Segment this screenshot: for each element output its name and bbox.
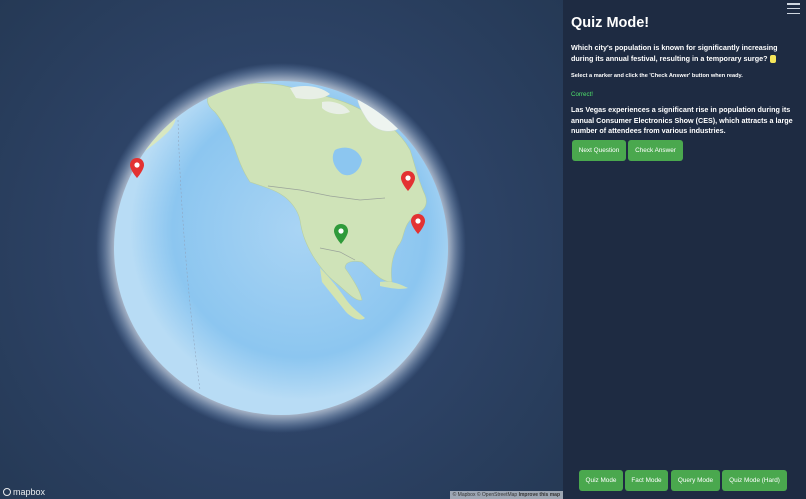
quiz-panel: Quiz Mode! Which city's population is kn…: [563, 0, 806, 499]
question-text: Which city's population is known for sig…: [571, 42, 797, 64]
query-mode-button[interactable]: Query Mode: [671, 470, 720, 491]
marker-pin-icon[interactable]: [130, 158, 144, 178]
map-attribution: © Mapbox © OpenStreetMap Improve this ma…: [449, 491, 563, 499]
quiz-mode-hard-button[interactable]: Quiz Mode (Hard): [722, 470, 787, 491]
instruction-text: Select a marker and click the 'Check Ans…: [571, 73, 743, 79]
mapbox-logo-icon: [3, 488, 11, 496]
attribution-text: © Mapbox © OpenStreetMap: [452, 492, 518, 498]
fact-mode-button[interactable]: Fact Mode: [625, 470, 668, 491]
check-answer-button[interactable]: Check Answer: [628, 140, 683, 161]
marker-pin-icon[interactable]: [411, 214, 425, 234]
answer-feedback: Correct!: [571, 91, 594, 98]
mapbox-logo[interactable]: mapbox: [3, 487, 45, 497]
text-highlight-mark: [769, 55, 776, 64]
improve-map-link[interactable]: Improve this map: [519, 492, 560, 498]
hamburger-menu-icon[interactable]: [787, 3, 800, 14]
question-body: Which city's population is known for sig…: [571, 43, 778, 63]
answer-explanation: Las Vegas experiences a significant rise…: [571, 105, 793, 135]
globe[interactable]: [0, 0, 563, 499]
selected-marker-pin-icon[interactable]: [334, 224, 348, 244]
quiz-mode-button[interactable]: Quiz Mode: [579, 470, 623, 491]
marker-pin-icon[interactable]: [401, 171, 415, 191]
mapbox-logo-text: mapbox: [13, 487, 46, 497]
page-title: Quiz Mode!: [571, 15, 650, 31]
next-question-button[interactable]: Next Question: [572, 140, 626, 161]
globe-map[interactable]: mapbox © Mapbox © OpenStreetMap Improve …: [0, 0, 563, 499]
